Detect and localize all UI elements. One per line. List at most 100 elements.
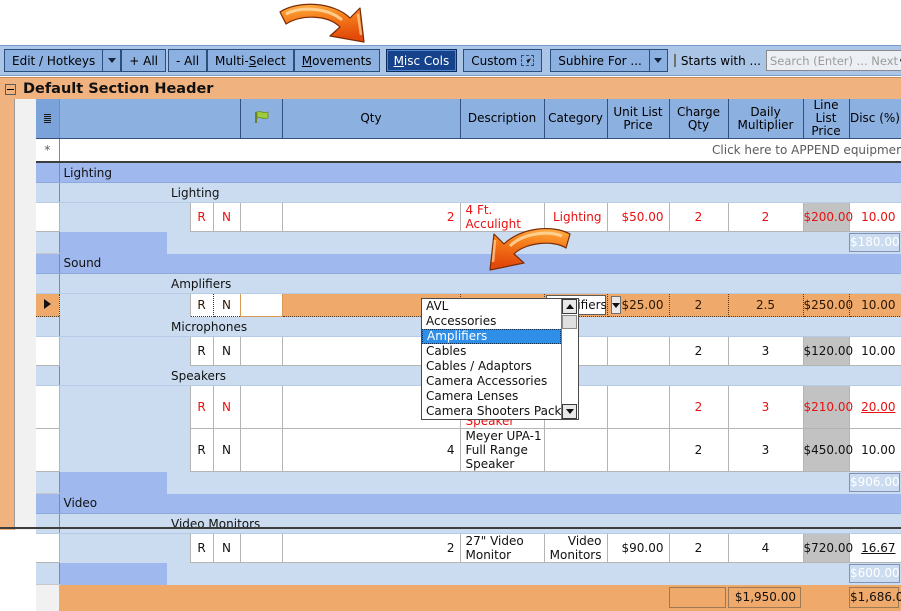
cell-disc-pct[interactable]: 20.00 [849, 386, 901, 429]
column-header-description[interactable]: Description [460, 99, 544, 139]
subgroup-header-row[interactable]: Lighting [36, 183, 901, 203]
cell-category[interactable]: Lighting [544, 203, 607, 232]
cell-daily-multiplier[interactable]: 3 [728, 337, 803, 366]
group-header-row[interactable]: Video [36, 494, 901, 514]
misc-cols-button[interactable]: Misc Cols [386, 49, 458, 72]
category-combobox-dropdown-button[interactable] [611, 296, 621, 314]
cell-daily-multiplier[interactable]: 2.5 [728, 294, 803, 317]
dropdown-item[interactable]: AVL [422, 299, 561, 314]
cell-charge-qty[interactable]: 2 [669, 337, 728, 366]
cell-new-flag[interactable]: N [213, 337, 240, 366]
cell-reserved-flag[interactable]: R [190, 203, 213, 232]
starts-with-checkbox[interactable] [674, 54, 676, 67]
cell-charge-qty[interactable]: 2 [669, 203, 728, 232]
cell-unit-list-price[interactable]: $50.00 [607, 203, 669, 232]
dropdown-item-selected[interactable]: Amplifiers [422, 329, 561, 344]
edit-hotkeys-split-button[interactable]: Edit / Hotkeys [4, 49, 121, 72]
table-row[interactable]: R N 4 Meyer UPA-1 Full Range Speaker 2 3… [36, 429, 901, 472]
cell-new-flag[interactable]: N [213, 429, 240, 472]
section-header[interactable]: Default Section Header [0, 77, 901, 100]
cell-category[interactable] [544, 429, 607, 472]
cell-new-flag[interactable]: N [213, 386, 240, 429]
custom-button[interactable]: Custom [463, 49, 542, 72]
cell-description[interactable]: 4 Ft. Acculight [460, 203, 544, 232]
cell-charge-qty[interactable]: 2 [669, 534, 728, 563]
cell-disc-pct[interactable]: 10.00 [849, 429, 901, 472]
plus-all-button[interactable]: + All [121, 49, 166, 72]
cell-daily-multiplier[interactable]: 3 [728, 429, 803, 472]
cell-disc-pct[interactable]: 16.67 [849, 534, 901, 563]
grid-corner-grip[interactable] [36, 99, 59, 139]
cell-unit-list-price[interactable]: $90.00 [607, 534, 669, 563]
dropdown-item[interactable]: Camera Shooters Packages [422, 404, 561, 419]
category-dropdown-list[interactable]: AVL Accessories Amplifiers Cables Cables… [421, 298, 579, 420]
column-header-flag[interactable] [240, 99, 282, 139]
cell-new-flag[interactable]: N [213, 294, 240, 317]
dropdown-item[interactable]: Camera Lenses [422, 389, 561, 404]
multi-select-button[interactable]: Multi-Select [207, 49, 294, 72]
dropdown-item[interactable]: Cables / Adaptors [422, 359, 561, 374]
cell-reserved-flag[interactable]: R [190, 429, 213, 472]
dropdown-item[interactable]: Cables [422, 344, 561, 359]
cell-disc-pct[interactable]: 10.00 [849, 203, 901, 232]
cell-qty[interactable]: 4 [282, 429, 460, 472]
cell-new-flag[interactable]: N [213, 534, 240, 563]
collapse-section-icon[interactable] [5, 84, 16, 95]
scrollbar-thumb[interactable] [562, 315, 577, 329]
edit-hotkeys-button[interactable]: Edit / Hotkeys [4, 49, 102, 72]
column-header-charge-qty[interactable]: Charge Qty [669, 99, 728, 139]
cell-daily-multiplier[interactable]: 3 [728, 386, 803, 429]
cell-flag[interactable] [240, 294, 282, 317]
dropdown-item[interactable]: Camera Accessories [422, 374, 561, 389]
cell-qty[interactable]: 2 [282, 534, 460, 563]
column-header-blank[interactable] [59, 99, 240, 139]
minus-all-button[interactable]: - All [168, 49, 207, 72]
cell-reserved-flag[interactable]: R [190, 534, 213, 563]
column-header-category[interactable]: Category [544, 99, 607, 139]
cell-disc-pct[interactable]: 10.00 [849, 294, 901, 317]
cell-flag[interactable] [240, 534, 282, 563]
subhire-for-button[interactable]: Subhire For ... [550, 49, 649, 72]
column-header-qty[interactable]: Qty [282, 99, 460, 139]
cell-daily-multiplier[interactable]: 2 [728, 203, 803, 232]
cell-charge-qty[interactable]: 2 [669, 294, 728, 317]
dropdown-scrollbar[interactable] [561, 299, 578, 419]
cell-disc-pct[interactable]: 10.00 [849, 337, 901, 366]
cell-unit-list-price[interactable] [607, 337, 669, 366]
group-header-row[interactable]: Sound [36, 254, 901, 274]
cell-qty[interactable]: 2 [282, 203, 460, 232]
search-input[interactable]: Search (Enter) ... Next (F3) [767, 54, 901, 68]
cell-reserved-flag[interactable]: R [190, 386, 213, 429]
subhire-dropdown-button[interactable] [649, 49, 668, 72]
dropdown-item[interactable]: Accessories [422, 314, 561, 329]
column-header-unit-list-price[interactable]: Unit List Price [607, 99, 669, 139]
cell-reserved-flag[interactable]: R [190, 337, 213, 366]
cell-daily-multiplier[interactable]: 4 [728, 534, 803, 563]
cell-unit-list-price[interactable] [607, 386, 669, 429]
cell-charge-qty[interactable]: 2 [669, 386, 728, 429]
scrollbar-track[interactable] [562, 330, 578, 403]
column-header-daily-multiplier[interactable]: Daily Multiplier [728, 99, 803, 139]
cell-description[interactable]: 27" Video Monitor [460, 534, 544, 563]
subhire-split-button[interactable]: Subhire For ... [550, 49, 668, 72]
cell-reserved-flag[interactable]: R [190, 294, 213, 317]
movements-button[interactable]: Movements [294, 49, 380, 72]
column-header-disc-pct[interactable]: Disc (%) [849, 99, 901, 139]
cell-unit-list-price[interactable] [607, 429, 669, 472]
subgroup-header-row[interactable]: Video Monitors [36, 514, 901, 534]
cell-description[interactable]: Meyer UPA-1 Full Range Speaker [460, 429, 544, 472]
cell-category[interactable]: Video Monitors [544, 534, 607, 563]
cell-flag[interactable] [240, 203, 282, 232]
cell-flag[interactable] [240, 429, 282, 472]
scroll-down-button[interactable] [562, 404, 577, 419]
cell-flag[interactable] [240, 386, 282, 429]
scroll-up-button[interactable] [562, 299, 577, 314]
append-row[interactable]: * Click here to APPEND equipmer [36, 139, 901, 163]
group-header-row[interactable]: Lighting [36, 162, 901, 183]
cell-charge-qty[interactable]: 2 [669, 429, 728, 472]
subgroup-header-row[interactable]: Amplifiers [36, 274, 901, 294]
edit-hotkeys-dropdown-button[interactable] [102, 49, 121, 72]
cell-new-flag[interactable]: N [213, 203, 240, 232]
append-row-text[interactable]: Click here to APPEND equipmer [59, 139, 901, 163]
table-row[interactable]: R N 2 4 Ft. Acculight Lighting $50.00 2 … [36, 203, 901, 232]
